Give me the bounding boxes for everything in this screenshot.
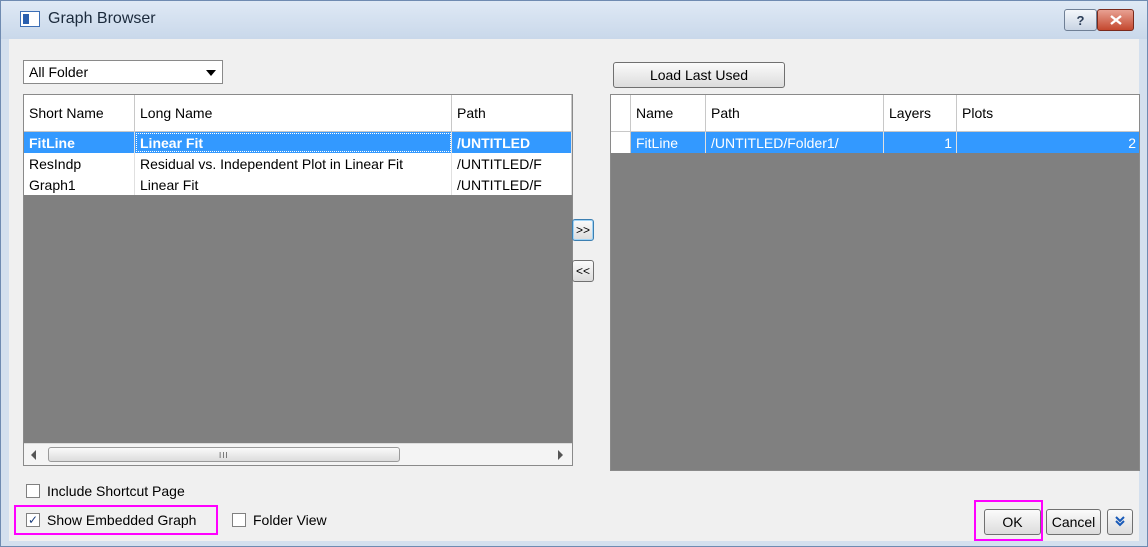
folder-view-label: Folder View [253, 512, 327, 528]
show-embedded-label: Show Embedded Graph [47, 512, 197, 528]
include-shortcut-checkbox[interactable] [26, 484, 40, 498]
folder-view-checkbox[interactable] [232, 513, 246, 527]
title-bar[interactable]: Graph Browser ? [1, 1, 1147, 39]
table-row-long-name[interactable]: Linear Fit [135, 132, 452, 153]
window-title: Graph Browser [48, 10, 156, 27]
column-header-short-name[interactable]: Short Name [24, 95, 135, 132]
graph-browser-dialog: Graph Browser ? All Folder Load Last Use… [0, 0, 1148, 547]
include-shortcut-label: Include Shortcut Page [47, 483, 185, 499]
close-button[interactable] [1097, 9, 1134, 31]
folder-select-value: All Folder [29, 64, 89, 80]
remove-from-selection-button[interactable]: << [572, 260, 594, 282]
column-header-long-name[interactable]: Long Name [135, 95, 452, 132]
table-row-path[interactable]: /UNTITLED [452, 132, 572, 153]
table-row-path[interactable]: /UNTITLED/F [452, 174, 572, 195]
column-header-name[interactable]: Name [631, 95, 706, 132]
add-to-selection-button[interactable]: >> [572, 219, 594, 241]
table-row-path[interactable]: /UNTITLED/Folder1/ [706, 132, 884, 153]
scroll-right-icon[interactable] [558, 450, 563, 460]
folder-select[interactable]: All Folder [23, 60, 223, 84]
column-header-plots[interactable]: Plots [957, 95, 1139, 132]
load-last-used-button[interactable]: Load Last Used [613, 62, 785, 88]
available-graphs-table[interactable]: Short Name Long Name Path FitLine Linear… [23, 94, 573, 466]
table-row-plots[interactable]: 2 [957, 132, 1139, 153]
column-header-path[interactable]: Path [706, 95, 884, 132]
double-chevron-down-icon [1114, 515, 1126, 530]
column-header-path[interactable]: Path [452, 95, 572, 132]
table-row-short-name[interactable]: FitLine [24, 132, 135, 153]
dialog-body: All Folder Load Last Used Short Name Lon… [9, 39, 1140, 541]
row-selector[interactable] [611, 132, 631, 153]
expand-options-button[interactable] [1107, 509, 1133, 535]
cancel-button[interactable]: Cancel [1046, 509, 1101, 535]
table-row-short-name[interactable]: Graph1 [24, 174, 135, 195]
window-icon [20, 11, 40, 27]
chevron-down-icon [206, 70, 216, 76]
horizontal-scrollbar[interactable]: III [24, 443, 572, 465]
table-row-path[interactable]: /UNTITLED/F [452, 153, 572, 174]
scrollbar-thumb[interactable]: III [48, 447, 400, 462]
help-button[interactable]: ? [1064, 9, 1097, 31]
column-header-layers[interactable]: Layers [884, 95, 957, 132]
scrollbar-grip: III [219, 451, 229, 460]
table-row-name[interactable]: FitLine [631, 132, 706, 153]
selected-graphs-table[interactable]: Name Path Layers Plots FitLine /UNTITLED… [610, 94, 1140, 471]
show-embedded-checkbox[interactable]: ✓ [26, 513, 40, 527]
ok-button[interactable]: OK [984, 509, 1041, 535]
table-row-layers[interactable]: 1 [884, 132, 957, 153]
close-icon [1109, 15, 1122, 25]
scroll-left-icon[interactable] [31, 450, 36, 460]
row-selector-header [611, 95, 631, 132]
table-row-long-name[interactable]: Linear Fit [135, 174, 452, 195]
table-row-short-name[interactable]: ResIndp [24, 153, 135, 174]
table-row-long-name[interactable]: Residual vs. Independent Plot in Linear … [135, 153, 452, 174]
